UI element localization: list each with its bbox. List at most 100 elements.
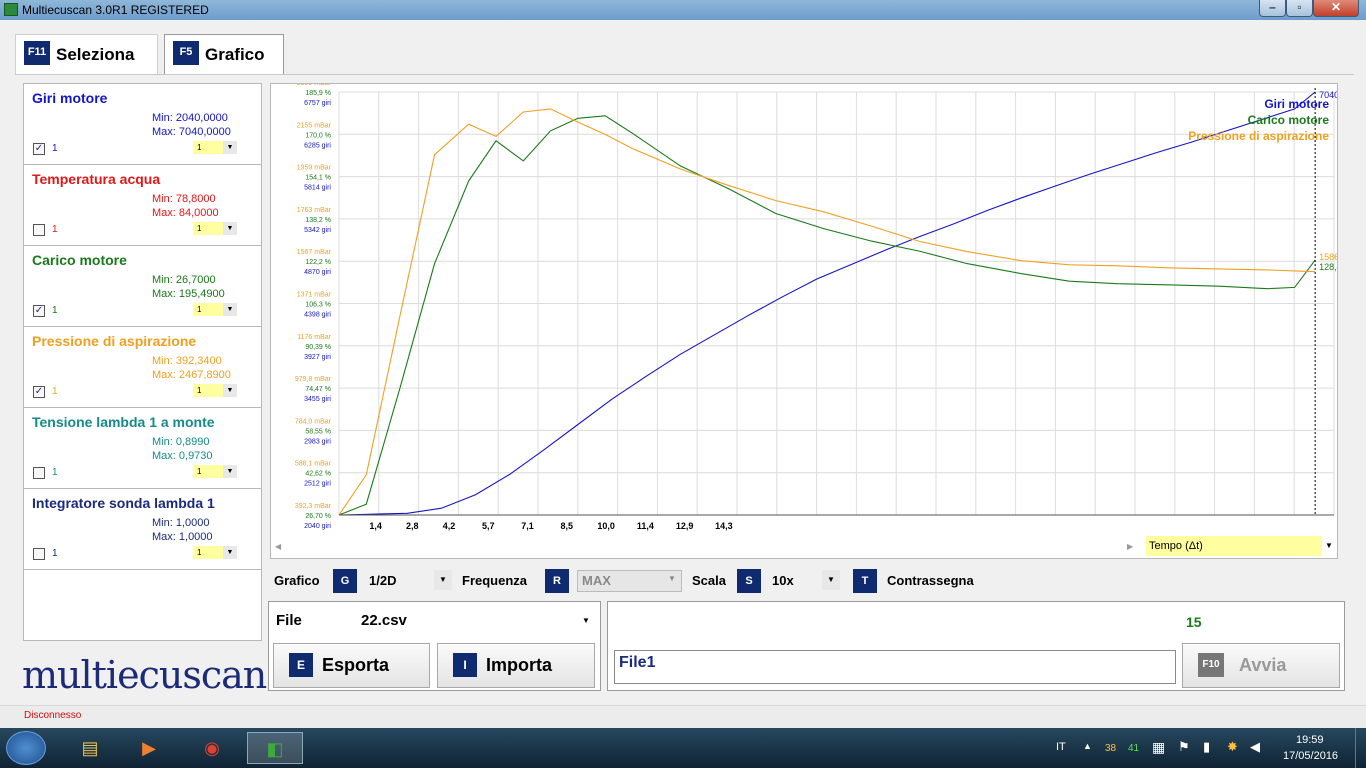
xaxis-select-arrow[interactable]: ▼ (1322, 536, 1336, 556)
file-panel: File 22.csv ▼ E Esporta I Importa (268, 601, 601, 691)
series-line (338, 108, 1316, 516)
parameter-checkbox[interactable] (33, 224, 45, 236)
scala-dropdown-arrow[interactable]: ▼ (822, 570, 840, 590)
taskbar: ▤ ▶ ◉ ◧ IT ▲ 38 41 ▦ ⚑ ▮ ✸ ◀ 19:59 17/05… (0, 728, 1366, 768)
x-tick-label: 2,8 (406, 521, 419, 531)
parameter-min: Min: 26,7000 (152, 274, 216, 286)
connection-status: Disconnesso (24, 710, 82, 721)
parameter-list: Giri motore Min: 2040,0000 Max: 7040,0000 ✓… (23, 83, 262, 641)
scroll-left-arrow[interactable]: ◀ (275, 542, 281, 551)
tab-seleziona[interactable]: F11 Seleziona (15, 34, 158, 74)
frequenza-select[interactable]: MAX (577, 570, 682, 592)
cursor-label-press: 1586 mBar (1319, 252, 1337, 262)
grafico-dropdown-arrow[interactable]: ▼ (434, 570, 452, 590)
parameter-max: Max: 1,0000 (152, 531, 213, 543)
x-tick-label: 14,3 (715, 521, 733, 531)
y-tick-label: 74,47 % (305, 386, 331, 393)
battery-icon[interactable]: ▮ (1203, 739, 1210, 755)
parameter-max: Max: 195,4900 (152, 288, 225, 300)
minimize-button[interactable]: – (1259, 0, 1286, 17)
parameter-axis-select-arrow[interactable]: ▼ (223, 222, 237, 235)
multiecuscan-taskbar-icon[interactable]: ◧ (247, 732, 303, 764)
parameter-axis-select-arrow[interactable]: ▼ (223, 465, 237, 478)
grafico-value[interactable]: 1/2D (369, 573, 396, 588)
network-icon[interactable]: ✸ (1227, 739, 1238, 755)
legend-pressione: Pressione di aspirazione (1188, 129, 1329, 143)
scala-value[interactable]: 10x (772, 573, 794, 588)
tab-divider (15, 74, 1354, 75)
legend-giri: Giri motore (1264, 97, 1329, 111)
y-tick-label: 26,70 % (305, 513, 331, 520)
parameter-max: Max: 2467,8900 (152, 369, 231, 381)
tray-expand-icon[interactable]: ▲ (1083, 741, 1092, 751)
x-tick-label: 11,4 (637, 521, 654, 531)
f11-key-badge: F11 (24, 41, 50, 65)
explorer-icon[interactable]: ▤ (68, 732, 112, 764)
language-indicator[interactable]: IT (1056, 741, 1066, 753)
scala-key-badge: S (737, 569, 761, 593)
windows-flag-icon[interactable]: ▦ (1152, 739, 1165, 756)
avvia-button[interactable]: F10 Avvia (1182, 643, 1340, 688)
parameter-axis-select-arrow[interactable]: ▼ (223, 384, 237, 397)
frequenza-dropdown-arrow[interactable]: ▼ (668, 574, 676, 583)
file-label: File (276, 612, 302, 629)
parameter-checkbox[interactable]: ✓ (33, 386, 45, 398)
window-titlebar: Multiecuscan 3.0R1 REGISTERED – ▫ ✕ (0, 0, 1366, 20)
parameter-axis-select-arrow[interactable]: ▼ (223, 546, 237, 559)
parameter-checkbox[interactable]: ✓ (33, 143, 45, 155)
y-tick-label: 154,1 % (305, 175, 331, 182)
y-tick-label: 1763 mBar (297, 207, 332, 214)
grafico-key-badge: G (333, 569, 357, 593)
file-name-input[interactable]: File1 (614, 650, 1176, 684)
series-line (338, 115, 1316, 516)
x-tick-label: 10,0 (597, 521, 615, 531)
media-player-icon[interactable]: ▶ (127, 732, 171, 764)
show-desktop-button[interactable] (1355, 728, 1366, 768)
window-title: Multiecuscan 3.0R1 REGISTERED (22, 3, 209, 17)
y-tick-label: 3927 giri (304, 354, 331, 361)
volume-icon[interactable]: ◀ (1250, 739, 1260, 755)
parameter-name: Giri motore (32, 90, 108, 106)
y-tick-label: 6757 giri (304, 100, 331, 107)
x-tick-label: 12,9 (676, 521, 694, 531)
x-tick-label: 5,7 (482, 521, 495, 531)
grafico-label: Grafico (274, 573, 320, 588)
parameter-checkbox[interactable]: ✓ (33, 305, 45, 317)
parameter-axis-number: 1 (52, 305, 58, 316)
scroll-right-arrow[interactable]: ▶ (1127, 539, 1133, 555)
tab-grafico[interactable]: F5 Grafico (164, 34, 284, 74)
y-tick-label: 138,2 % (305, 217, 331, 224)
xaxis-select[interactable]: Tempo (Δt) (1146, 536, 1322, 556)
importa-button[interactable]: I Importa (437, 643, 595, 688)
clock-time: 19:59 (1296, 734, 1324, 746)
action-center-icon[interactable]: ⚑ (1178, 739, 1190, 755)
esporta-button[interactable]: E Esporta (273, 643, 430, 688)
horizontal-scrollbar[interactable]: ◀ ▶ (275, 539, 1135, 555)
contrassegna-button[interactable]: Contrassegna (887, 573, 974, 588)
y-tick-label: 392,3 mBar (295, 503, 332, 510)
parameter-min: Min: 2040,0000 (152, 112, 228, 124)
file-dropdown-arrow[interactable]: ▼ (582, 616, 590, 625)
y-tick-label: 42,62 % (305, 471, 331, 478)
file-select[interactable]: 22.csv (361, 612, 407, 629)
y-tick-label: 2155 mBar (297, 122, 332, 129)
parameter-axis-select-arrow[interactable]: ▼ (223, 141, 237, 154)
chrome-icon[interactable]: ◉ (190, 732, 234, 764)
y-tick-label: 979,8 mBar (295, 376, 332, 383)
parameter-min: Min: 78,8000 (152, 193, 216, 205)
x-tick-label: 7,1 (521, 521, 534, 531)
parameter-checkbox[interactable] (33, 548, 45, 560)
contrassegna-key-badge: T (853, 569, 877, 593)
parameter-axis-select-arrow[interactable]: ▼ (223, 303, 237, 316)
start-button[interactable] (6, 731, 46, 765)
parameter-item: Integratore sonda lambda 1 Min: 1,0000 Max… (24, 489, 261, 570)
close-button[interactable]: ✕ (1313, 0, 1359, 17)
multiecuscan-logo: multiecuscan (22, 653, 267, 697)
parameter-min: Min: 1,0000 (152, 517, 210, 529)
maximize-button[interactable]: ▫ (1286, 0, 1313, 17)
y-tick-label: 185,9 % (305, 90, 331, 97)
x-tick-label: 4,2 (443, 521, 456, 531)
y-tick-label: 1371 mBar (297, 292, 332, 299)
parameter-checkbox[interactable] (33, 467, 45, 479)
parameter-max: Max: 0,9730 (152, 450, 213, 462)
